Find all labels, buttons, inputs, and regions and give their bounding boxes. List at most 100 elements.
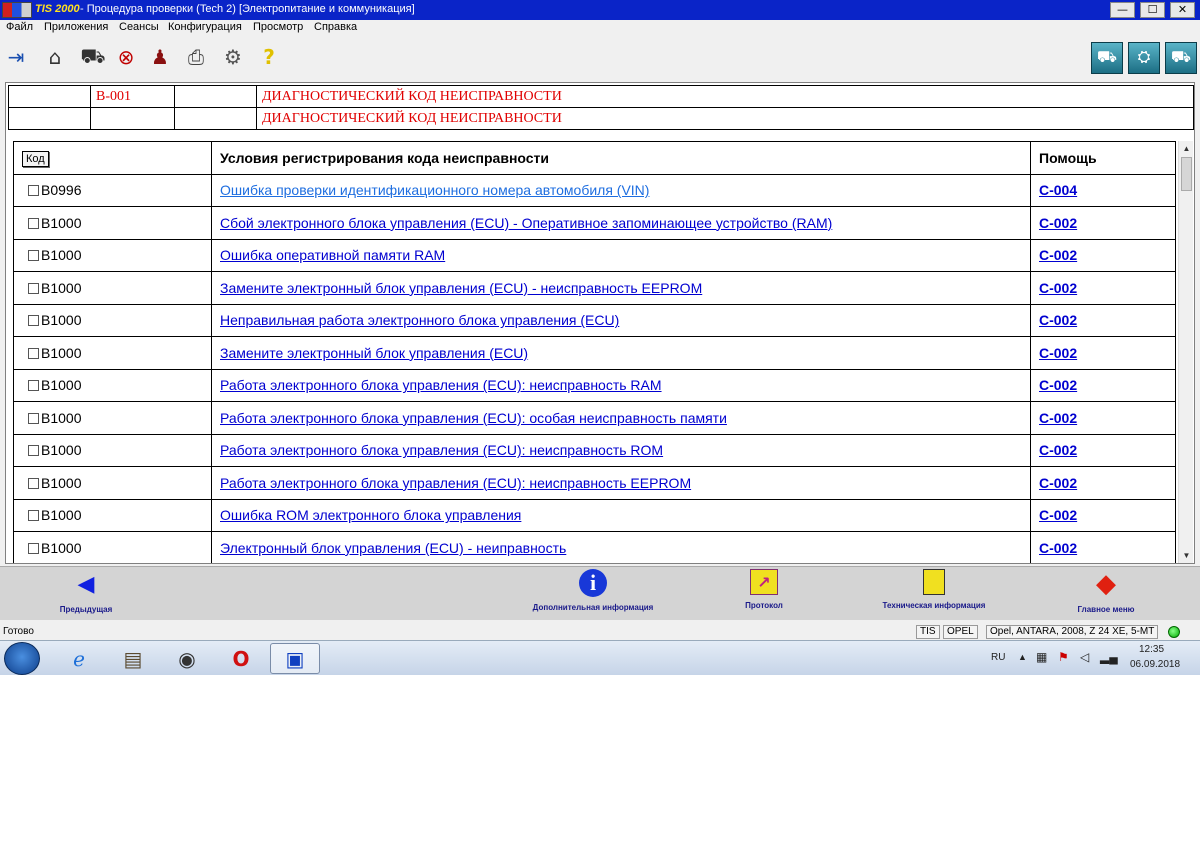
condition-link[interactable]: Работа электронного блока управления (EC… — [220, 410, 727, 426]
help-icon[interactable]: ? — [256, 44, 282, 70]
row-checkbox[interactable] — [28, 282, 39, 294]
row-checkbox[interactable] — [28, 542, 39, 554]
table-row: B1000 Замените электронный блок управлен… — [13, 336, 1176, 370]
scroll-up-icon[interactable]: ▲ — [1179, 141, 1194, 156]
vehicle-icon[interactable]: ⛟ — [78, 44, 108, 70]
condition-link[interactable]: Замените электронный блок управления (EC… — [220, 280, 702, 296]
menu-applications[interactable]: Приложения — [44, 21, 108, 33]
help-link[interactable]: C-002 — [1039, 377, 1077, 393]
row-checkbox[interactable] — [28, 217, 39, 229]
window-title: - Процедура проверки (Tech 2) [Электропи… — [80, 3, 415, 15]
signal-icon[interactable]: ▂▄ — [1100, 650, 1118, 664]
row-checkbox[interactable] — [28, 510, 39, 522]
dtc-code: B1000 — [41, 507, 82, 524]
vehicle-info-icon[interactable]: ⛟ — [1165, 42, 1197, 74]
stop-icon[interactable]: ⊗ — [113, 44, 139, 70]
help-link[interactable]: C-002 — [1039, 215, 1077, 231]
help-link[interactable]: C-002 — [1039, 410, 1077, 426]
status-brand: OPEL — [943, 625, 978, 639]
condition-link[interactable]: Сбой электронного блока управления (ECU)… — [220, 215, 832, 231]
user-icon[interactable]: ♟ — [147, 44, 173, 70]
help-link[interactable]: C-002 — [1039, 507, 1077, 523]
menu-file[interactable]: Файл — [6, 21, 33, 33]
dtc-code: B1000 — [41, 474, 82, 491]
help-link[interactable]: C-002 — [1039, 280, 1077, 296]
printer-icon[interactable]: ⎙ — [183, 44, 209, 70]
close-button[interactable]: ✕ — [1170, 2, 1195, 18]
protocol-icon: ↗ — [750, 569, 778, 595]
help-link[interactable]: C-002 — [1039, 540, 1077, 556]
ie-icon[interactable]: ℯ — [54, 643, 104, 674]
table-row: B1000 Работа электронного блока управлен… — [13, 433, 1176, 467]
row-checkbox[interactable] — [28, 185, 39, 197]
condition-link[interactable]: Ошибка проверки идентификационного номер… — [220, 182, 649, 198]
condition-link[interactable]: Неправильная работа электронного блока у… — [220, 312, 619, 328]
app-icon — [2, 2, 32, 18]
help-link[interactable]: C-004 — [1039, 182, 1077, 198]
dtc-table: Код Условия регистрирования кода неиспра… — [13, 141, 1176, 563]
home-icon[interactable]: ⌂ — [42, 44, 68, 70]
row-checkbox[interactable] — [28, 380, 39, 392]
row-checkbox[interactable] — [28, 445, 39, 457]
prev-button[interactable]: ◀ Предыдущая — [50, 569, 122, 615]
more-info-button[interactable]: i Дополнительная информация — [522, 569, 664, 612]
main-menu-button[interactable]: ◆ Главное меню — [1066, 569, 1146, 614]
file-explorer-icon[interactable]: ▤ — [108, 643, 158, 674]
clock-date[interactable]: 06.09.2018 — [1130, 659, 1180, 670]
scroll-thumb[interactable] — [1181, 157, 1192, 191]
row-checkbox[interactable] — [28, 347, 39, 359]
help-link[interactable]: C-002 — [1039, 345, 1077, 361]
condition-link[interactable]: Работа электронного блока управления (EC… — [220, 442, 663, 458]
connection-status-icon — [1168, 626, 1180, 638]
condition-link[interactable]: Электронный блок управления (ECU) - неип… — [220, 540, 566, 556]
row-checkbox[interactable] — [28, 250, 39, 262]
dtc-code: B1000 — [41, 377, 82, 394]
table-row: B1000 Ошибка оперативной памяти RAM C-00… — [13, 238, 1176, 272]
condition-link[interactable]: Работа электронного блока управления (EC… — [220, 377, 662, 393]
tech2-icon[interactable]: ⛟ — [1091, 42, 1123, 74]
start-button[interactable] — [4, 642, 40, 675]
condition-link[interactable]: Замените электронный блок управления (EC… — [220, 345, 528, 361]
dtc-code: B1000 — [41, 344, 82, 361]
code-sort-button[interactable]: Код — [22, 150, 49, 167]
action-center-icon[interactable]: ⚑ — [1058, 650, 1069, 664]
status-bar: Готово TIS OPEL Opel, ANTARA, 2008, Z 24… — [0, 624, 1200, 640]
settings-icon[interactable]: ⚙ — [220, 44, 246, 70]
network-icon[interactable]: ▦ — [1036, 650, 1047, 664]
help-link[interactable]: C-002 — [1039, 247, 1077, 263]
menu-help[interactable]: Справка — [314, 21, 357, 33]
minimize-button[interactable]: — — [1110, 2, 1135, 18]
exit-icon[interactable]: ⇥ — [3, 44, 29, 70]
back-arrow-icon: ◀ — [77, 571, 95, 597]
menu-configuration[interactable]: Конфигурация — [168, 21, 242, 33]
table-row: B1000 Работа электронного блока управлен… — [13, 368, 1176, 402]
row-checkbox[interactable] — [28, 315, 39, 327]
protocol-button[interactable]: ↗ Протокол — [732, 569, 796, 610]
condition-link[interactable]: Ошибка ROM электронного блока управления — [220, 507, 521, 523]
volume-icon[interactable]: ◁ — [1080, 650, 1089, 664]
media-player-icon[interactable]: ◉ — [162, 643, 212, 674]
help-header: Помощь — [1030, 141, 1176, 175]
tis-task-icon[interactable]: ▣ — [270, 643, 320, 674]
opera-icon[interactable]: O — [216, 643, 266, 674]
help-link[interactable]: C-002 — [1039, 475, 1077, 491]
menu-view[interactable]: Просмотр — [253, 21, 303, 33]
dtc-code: B1000 — [41, 442, 82, 459]
tray-expand-icon[interactable]: ▲ — [1018, 652, 1027, 662]
row-checkbox[interactable] — [28, 412, 39, 424]
procedure-header: B-001 ДИАГНОСТИЧЕСКИЙ КОД НЕИСПРАВНОСТИ … — [8, 85, 1194, 130]
vertical-scrollbar[interactable]: ▲ ▼ — [1178, 141, 1193, 563]
diagnostic-icon[interactable]: ⛭ — [1128, 42, 1160, 74]
language-indicator[interactable]: RU — [991, 652, 1005, 663]
maximize-button[interactable]: ☐ — [1140, 2, 1165, 18]
scroll-down-icon[interactable]: ▼ — [1179, 548, 1194, 563]
help-link[interactable]: C-002 — [1039, 442, 1077, 458]
menu-sessions[interactable]: Сеансы — [119, 21, 159, 33]
condition-link[interactable]: Работа электронного блока управления (EC… — [220, 475, 691, 491]
condition-link[interactable]: Ошибка оперативной памяти RAM — [220, 247, 445, 263]
protocol-label: Протокол — [745, 601, 783, 610]
clock-time[interactable]: 12:35 — [1139, 644, 1164, 655]
tech-info-button[interactable]: Техническая информация — [872, 569, 996, 610]
row-checkbox[interactable] — [28, 477, 39, 489]
help-link[interactable]: C-002 — [1039, 312, 1077, 328]
